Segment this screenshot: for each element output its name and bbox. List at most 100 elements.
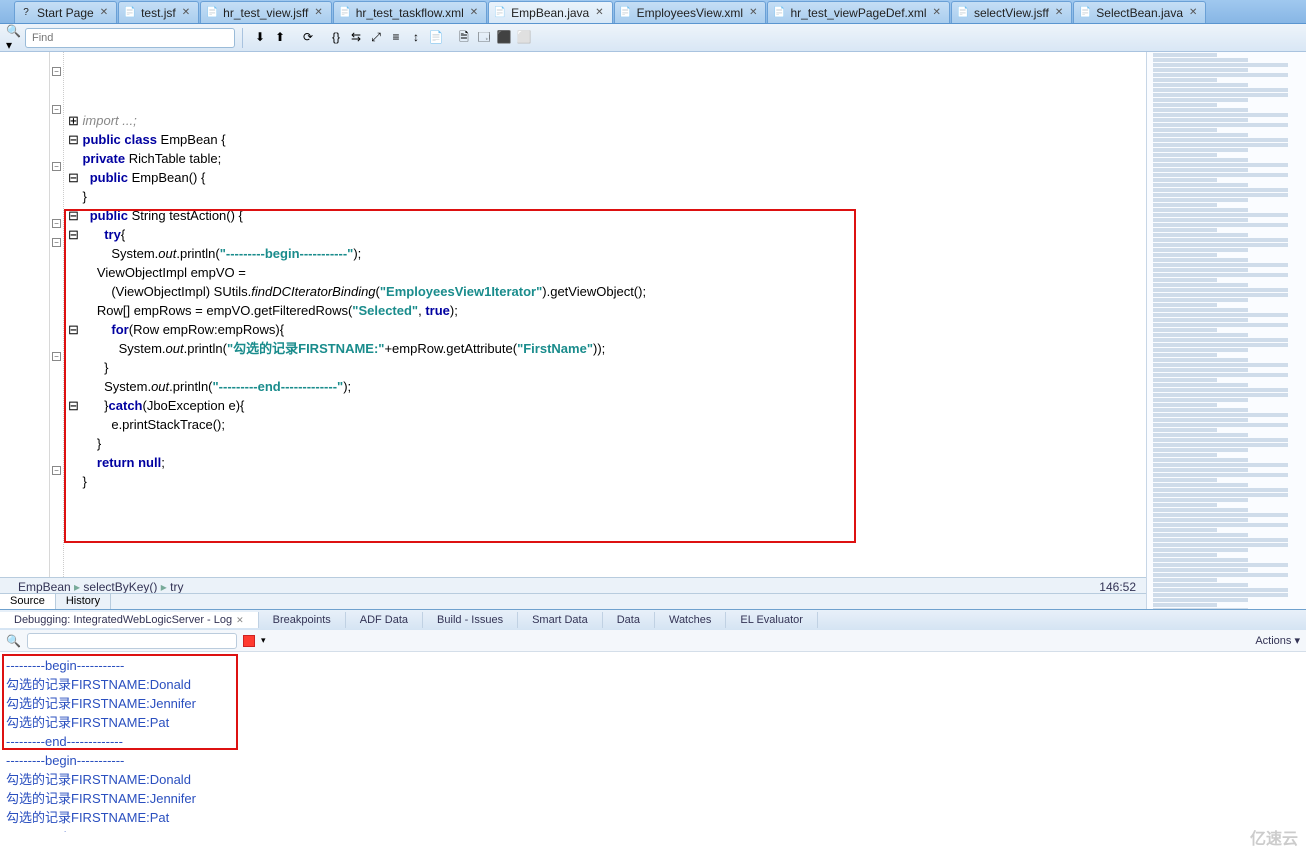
code-area: − − − − − − − ⊞ import ...;⊟ public class EmpB… — [0, 52, 1146, 609]
toolbar-button-3[interactable]: {} — [326, 27, 346, 47]
breadcrumb-item[interactable]: try — [170, 580, 183, 594]
log-output[interactable]: ---------begin----------- 勾选的记录FIRSTNAME:… — [0, 652, 1306, 832]
fold-toggle[interactable]: − — [52, 67, 61, 76]
editor-tab-6[interactable]: 📄hr_test_viewPageDef.xml✕ — [767, 1, 949, 23]
code-line[interactable]: ⊟ try{ — [68, 225, 1142, 244]
tab-label: Data — [617, 614, 640, 626]
bottom-tab-3[interactable]: Build - Issues — [423, 612, 518, 628]
close-icon[interactable]: ✕ — [100, 7, 108, 18]
code-line[interactable]: (ViewObjectImpl) SUtils.findDCIteratorBi… — [68, 282, 1142, 301]
toolbar-button-4[interactable]: ⇆ — [346, 27, 366, 47]
code-line[interactable]: } — [68, 187, 1142, 206]
log-line: 勾选的记录FIRSTNAME:Jennifer — [6, 789, 1300, 808]
close-icon[interactable]: ✕ — [749, 7, 757, 18]
file-icon: 📄 — [493, 6, 507, 20]
bottom-tab-4[interactable]: Smart Data — [518, 612, 603, 628]
editor-wrap: − − − − − − − ⊞ import ...;⊟ public class EmpB… — [0, 52, 1306, 609]
toolbar-button-9[interactable]: 🗎 — [454, 28, 474, 48]
editor-tab-2[interactable]: 📄hr_test_view.jsff✕ — [200, 1, 332, 23]
fold-toggle[interactable]: − — [52, 219, 61, 228]
log-toolbar: 🔍 ▾ Actions ▾ — [0, 630, 1306, 652]
find-input[interactable] — [25, 28, 235, 48]
code-line[interactable]: return null; — [68, 453, 1142, 472]
close-icon[interactable]: ✕ — [1189, 7, 1197, 18]
close-icon[interactable]: ✕ — [933, 7, 941, 18]
close-icon[interactable]: ✕ — [595, 7, 603, 18]
code-line[interactable]: ViewObjectImpl empVO = — [68, 263, 1142, 282]
log-filter-input[interactable] — [27, 633, 237, 649]
fold-toggle[interactable]: − — [52, 466, 61, 475]
code-viewport[interactable]: ⊞ import ...;⊟ public class EmpBean { pr… — [64, 52, 1146, 579]
code-line[interactable]: } — [68, 472, 1142, 491]
bottom-tab-5[interactable]: Data — [603, 612, 655, 628]
toolbar-button-8[interactable]: 📄 — [426, 27, 446, 47]
editor-tab-8[interactable]: 📄SelectBean.java✕ — [1073, 1, 1206, 23]
log-line: 勾选的记录FIRSTNAME:Donald — [6, 770, 1300, 789]
toolbar-button-1[interactable]: ⬆ — [270, 27, 290, 47]
editor-tab-4[interactable]: 📄 EmpBean.java ✕ — [488, 1, 612, 23]
dropdown-icon[interactable]: ▾ — [261, 635, 266, 646]
close-icon[interactable]: ✕ — [470, 7, 478, 18]
code-line[interactable]: } — [68, 434, 1142, 453]
breadcrumb-item[interactable]: selectByKey() — [83, 580, 170, 594]
breadcrumb-item[interactable]: EmpBean — [18, 580, 83, 594]
view-tab-history[interactable]: History — [56, 594, 111, 609]
tab-label: EmpBean.java — [511, 6, 589, 20]
toolbar-button-12[interactable]: ⬜ — [514, 27, 534, 47]
fold-toggle[interactable]: − — [52, 238, 61, 247]
bottom-tab-0[interactable]: Debugging: IntegratedWebLogicServer - Lo… — [0, 612, 259, 628]
code-line[interactable]: ⊟ public class EmpBean { — [68, 130, 1142, 149]
editor-tab-3[interactable]: 📄hr_test_taskflow.xml✕ — [333, 1, 487, 23]
bottom-tab-2[interactable]: ADF Data — [346, 612, 423, 628]
code-line[interactable]: ⊞ import ...; — [68, 111, 1142, 130]
fold-toggle[interactable]: − — [52, 105, 61, 114]
stop-icon[interactable] — [243, 635, 255, 647]
editor-tab-5[interactable]: 📄 EmployeesView.xml ✕ — [614, 1, 767, 23]
toolbar-button-10[interactable]: 🗔 — [474, 28, 494, 48]
code-line[interactable]: ⊟ for(Row empRow:empRows){ — [68, 320, 1142, 339]
bottom-tab-1[interactable]: Breakpoints — [259, 612, 346, 628]
tab-label: hr_test_taskflow.xml — [356, 6, 464, 20]
code-line[interactable]: System.out.println("勾选的记录FIRSTNAME:"+emp… — [68, 339, 1142, 358]
code-line[interactable]: ⊟ public EmpBean() { — [68, 168, 1142, 187]
toolbar-button-7[interactable]: ↕ — [406, 27, 426, 47]
code-line[interactable]: System.out.println("---------begin------… — [68, 244, 1142, 263]
editor-tab-bar: ?Start Page✕📄test.jsf✕📄hr_test_view.jsff… — [0, 0, 1306, 24]
code-line[interactable]: Row[] empRows = empVO.getFilteredRows("S… — [68, 301, 1142, 320]
code-line[interactable]: System.out.println("---------end--------… — [68, 377, 1142, 396]
editor-tab-0[interactable]: ?Start Page✕ — [14, 1, 117, 23]
file-icon: 📄 — [619, 6, 633, 20]
search-icon: 🔍 — [6, 634, 21, 648]
fold-toggle[interactable]: − — [52, 162, 61, 171]
close-icon[interactable]: ✕ — [1055, 7, 1063, 18]
log-line: ---------begin----------- — [6, 656, 1300, 675]
editor-tab-1[interactable]: 📄test.jsf✕ — [118, 1, 199, 23]
code-line[interactable]: e.printStackTrace(); — [68, 415, 1142, 434]
toolbar-button-0[interactable]: ⬇ — [250, 27, 270, 47]
code-line[interactable]: ⊟ public String testAction() { — [68, 206, 1142, 225]
tab-label: Breakpoints — [273, 614, 331, 626]
editor-tab-7[interactable]: 📄selectView.jsff✕ — [951, 1, 1072, 23]
log-line: 勾选的记录FIRSTNAME:Jennifer — [6, 694, 1300, 713]
code-line[interactable]: ⊟ }catch(JboException e){ — [68, 396, 1142, 415]
toolbar-button-11[interactable]: ⬛ — [494, 27, 514, 47]
close-icon[interactable]: ✕ — [314, 7, 322, 18]
code-minimap[interactable] — [1146, 52, 1306, 609]
toolbar-button-6[interactable]: ≡ — [386, 27, 406, 47]
view-tab-source[interactable]: Source — [0, 594, 56, 609]
toolbar-button-2[interactable]: ⟳ — [298, 27, 318, 47]
actions-menu[interactable]: Actions ▾ — [1255, 634, 1300, 647]
file-icon: ? — [19, 6, 33, 20]
close-icon[interactable]: ✕ — [182, 7, 190, 18]
fold-toggle[interactable]: − — [52, 352, 61, 361]
cursor-position: 146:52 — [1099, 580, 1136, 594]
close-icon[interactable]: ✕ — [236, 615, 244, 625]
tab-label: Debugging: IntegratedWebLogicServer - Lo… — [14, 614, 232, 626]
toolbar-button-5[interactable]: ⤢ — [366, 27, 386, 47]
code-line[interactable]: private RichTable table; — [68, 149, 1142, 168]
tab-label: EmployeesView.xml — [637, 6, 744, 20]
log-line: ---------end------------- — [6, 732, 1300, 751]
bottom-tab-7[interactable]: EL Evaluator — [726, 612, 818, 628]
code-line[interactable]: } — [68, 358, 1142, 377]
bottom-tab-6[interactable]: Watches — [655, 612, 726, 628]
